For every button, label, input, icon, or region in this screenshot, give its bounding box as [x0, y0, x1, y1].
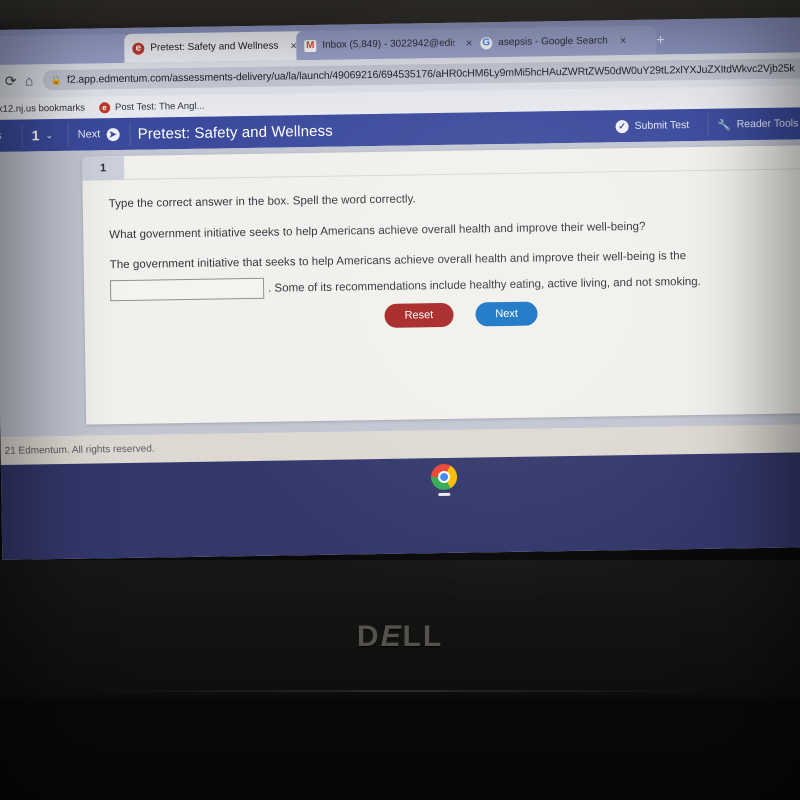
next-question-button[interactable]: Next ➤ — [77, 118, 120, 151]
bookmark-label: .k12.nj.us bookmarks — [0, 102, 86, 115]
header-divider — [21, 123, 23, 148]
taskbar-active-indicator — [438, 492, 451, 497]
question-body: Type the correct answer in the box. Spel… — [108, 185, 800, 302]
wrench-icon: 🔧 — [717, 118, 731, 132]
google-icon: G — [480, 36, 493, 49]
laptop-hinge — [100, 690, 700, 692]
browser-tab-3[interactable]: G asepsis - Google Search × — [472, 25, 657, 58]
header-divider — [67, 122, 69, 147]
chevron-down-icon: ⌄ — [45, 129, 54, 140]
copyright-text: 21 Edmentum. All rights reserved. — [4, 443, 155, 457]
dell-logo: DELL — [356, 620, 444, 653]
reload-icon[interactable]: ⟳ — [5, 73, 17, 90]
taskbar — [0, 452, 800, 560]
edmentum-icon: e — [132, 42, 145, 55]
action-buttons: Reset Next — [384, 301, 539, 328]
tab-title: Pretest: Safety and Wellness — [150, 40, 279, 54]
submit-test-label: Submit Test — [634, 119, 690, 132]
header-divider — [129, 121, 131, 146]
question-instruction: Type the correct answer in the box. Spel… — [108, 193, 416, 211]
browser-tab-1[interactable]: e Pretest: Safety and Wellness × — [124, 31, 307, 63]
browser-tab-0[interactable]: × — [0, 33, 131, 66]
reset-button[interactable]: Reset — [384, 302, 454, 328]
laptop-keyboard: → ⟳ ⧉ ▭❙❙ ○ ✹ ≪ @ — [0, 700, 800, 800]
question-card: 1 Type the correct answer in the box. Sp… — [81, 145, 800, 425]
bookmark-item-1[interactable]: e Post Test: The Angl... — [98, 100, 205, 113]
tab-title: asepsis - Google Search — [498, 35, 608, 49]
laptop-photo: × e Pretest: Safety and Wellness × M Inb… — [0, 0, 800, 800]
question-selector-number: 1 — [31, 127, 40, 144]
check-circle-icon: ✓ — [615, 119, 629, 133]
submit-test-button[interactable]: ✓ Submit Test — [615, 109, 689, 142]
fill-in-suffix: . Some of its recommendations include he… — [267, 275, 701, 295]
page-title: Pretest: Safety and Wellness — [137, 122, 333, 143]
header-divider — [707, 112, 709, 137]
gmail-icon: M — [304, 39, 317, 52]
answer-input[interactable] — [109, 277, 265, 302]
laptop-screen: × e Pretest: Safety and Wellness × M Inb… — [0, 17, 800, 560]
new-tab-button[interactable]: + — [656, 31, 665, 48]
bookmark-item-0[interactable]: .k12.nj.us bookmarks — [0, 102, 85, 115]
browser-tab-2[interactable]: M Inbox (5,849) - 3022942@edison × — [296, 28, 481, 61]
question-selector[interactable]: 1 ⌄ — [31, 119, 54, 151]
reader-tools-label: Reader Tools — [736, 117, 799, 131]
edmentum-icon: e — [98, 101, 111, 113]
fill-in-row: . Some of its recommendations include he… — [109, 269, 800, 302]
reader-tools-button[interactable]: 🔧 Reader Tools — [717, 107, 798, 140]
close-icon[interactable]: × — [620, 35, 627, 47]
card-divider — [124, 168, 800, 180]
lock-icon: 🔒 — [50, 74, 63, 85]
question-prompt: What government initiative seeks to help… — [109, 220, 646, 241]
home-icon[interactable]: ⌂ — [25, 72, 34, 88]
next-question-label: Next — [77, 128, 101, 141]
arrow-right-circle-icon: ➤ — [106, 127, 120, 141]
bookmark-label: Post Test: The Angl... — [114, 100, 205, 113]
next-button[interactable]: Next — [475, 301, 539, 327]
tab-title: Inbox (5,849) - 3022942@edison — [322, 37, 454, 51]
previous-button[interactable]: ous — [0, 120, 2, 152]
chrome-icon[interactable] — [430, 463, 458, 491]
question-number-badge: 1 — [81, 155, 125, 181]
